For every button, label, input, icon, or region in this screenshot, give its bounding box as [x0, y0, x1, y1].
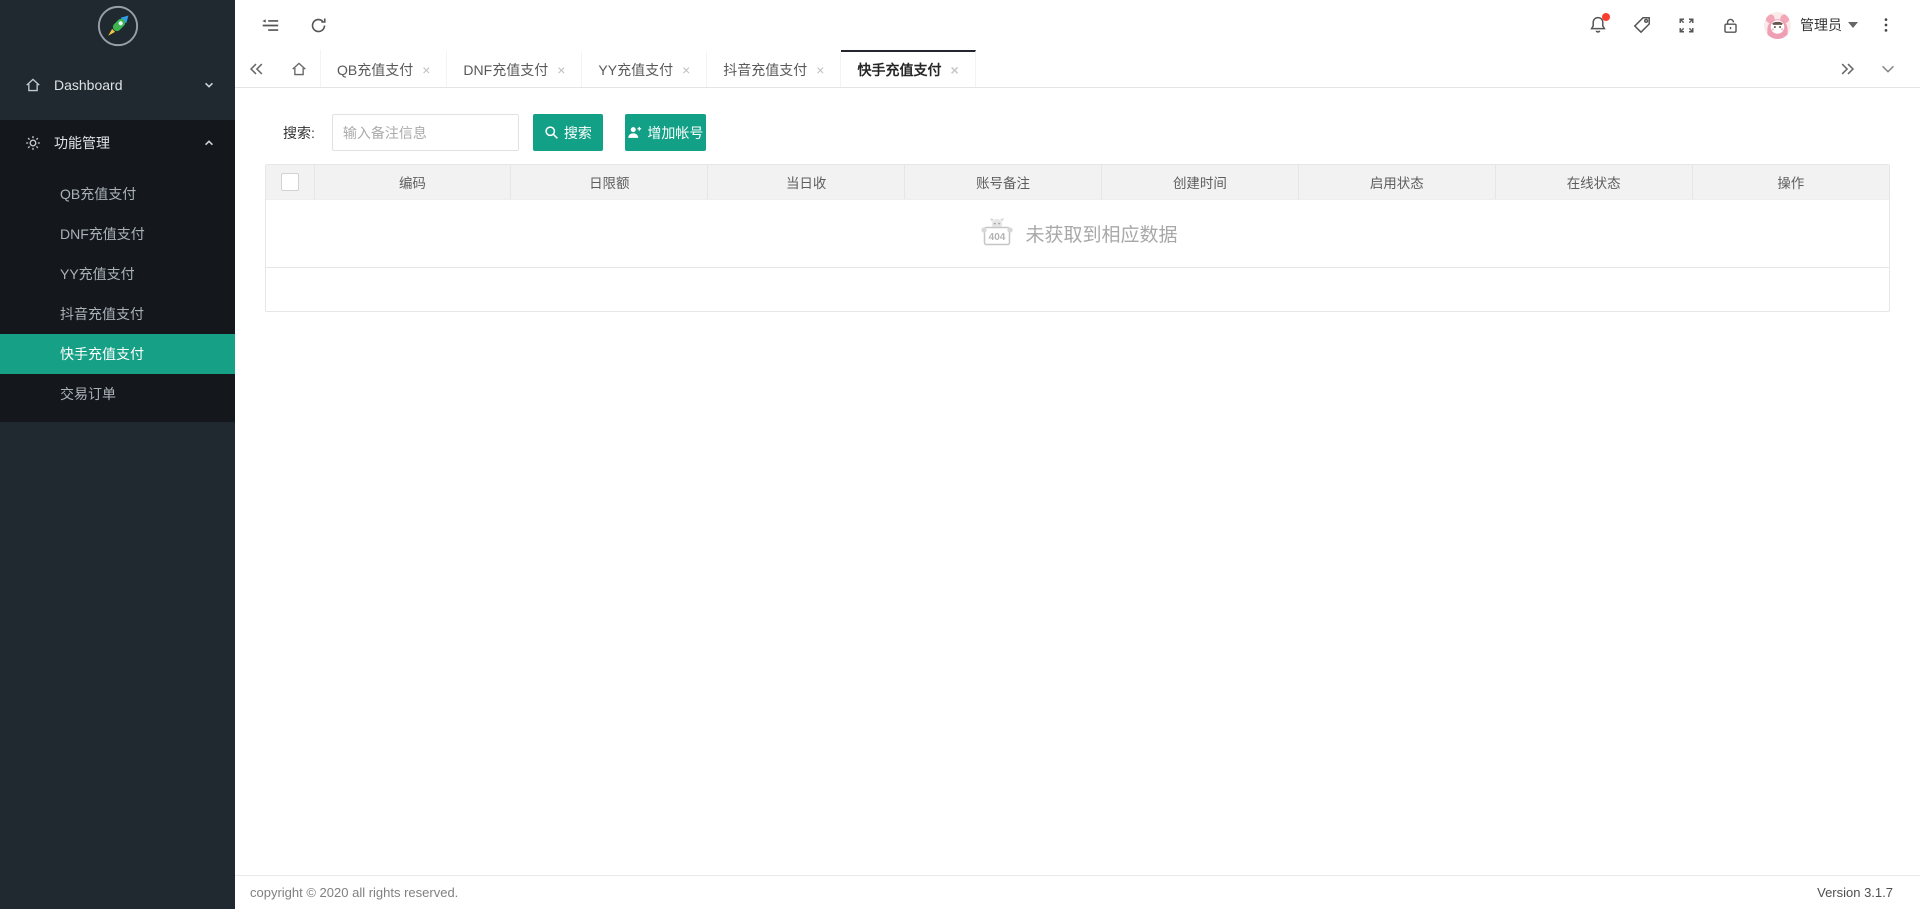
tabbar: QB充值支付 × DNF充值支付 × YY充值支付 × 抖音充值支付 × 快手充… [235, 50, 1920, 88]
chevron-up-icon [203, 137, 215, 149]
column-header-account-note: 账号备注 [904, 165, 1102, 199]
version-text: Version 3.1.7 [1817, 885, 1893, 900]
add-account-button-label: 增加帐号 [647, 124, 704, 141]
tab-yy-recharge[interactable]: YY充值支付 × [582, 50, 708, 87]
tab-qb-recharge[interactable]: QB充值支付 × [321, 50, 448, 87]
content: 搜索: 搜索 增加帐号 [235, 114, 1920, 312]
column-header-online-status: 在线状态 [1495, 165, 1693, 199]
search-label: 搜索: [283, 124, 315, 141]
search-button[interactable]: 搜索 [532, 114, 603, 151]
tab-label: YY充值支付 [598, 61, 674, 78]
column-header-daily-limit: 日限额 [510, 165, 709, 199]
select-all-checkbox[interactable] [280, 173, 299, 191]
sidebar-item-kuaishou-recharge[interactable]: 快手充值支付 [0, 334, 235, 374]
sidebar-item-dashboard[interactable]: Dashboard [0, 62, 235, 108]
sidebar-item-dnf-recharge[interactable]: DNF充值支付 [0, 214, 235, 254]
column-header-actions: 操作 [1692, 165, 1889, 199]
gear-icon [24, 134, 42, 152]
tab-kuaishou-recharge[interactable]: 快手充值支付 × [841, 50, 976, 87]
sidebar-item-trade-orders[interactable]: 交易订单 [0, 374, 235, 414]
select-all-cell [266, 165, 315, 199]
topbar-right: 管理员 [1572, 8, 1904, 42]
tab-label: QB充值支付 [337, 61, 414, 78]
tab-label: 快手充值支付 [857, 61, 942, 78]
notification-badge-dot [1602, 13, 1610, 21]
page-footer: copyright © 2020 all rights reserved. Ve… [235, 875, 1920, 909]
add-account-button[interactable]: 增加帐号 [624, 114, 706, 151]
copyright-text: copyright © 2020 all rights reserved. [250, 885, 459, 900]
rocket-logo-icon [96, 4, 140, 48]
tabs: QB充值支付 × DNF充值支付 × YY充值支付 × 抖音充值支付 × 快手充… [321, 50, 1828, 87]
home-icon [24, 76, 42, 94]
lock-icon[interactable] [1712, 8, 1748, 42]
table-header-row: 编码 日限额 当日收 账号备注 创建时间 启用状态 在线状态 操作 [266, 165, 1889, 199]
tab-douyin-recharge[interactable]: 抖音充值支付 × [707, 50, 842, 87]
fullscreen-icon[interactable] [1668, 8, 1704, 42]
logo-bar[interactable] [0, 0, 235, 52]
table-empty-state: 404 未获取到相应数据 [266, 199, 1889, 267]
sidebar-item-qb-recharge[interactable]: QB充值支付 [0, 174, 235, 214]
sidebar-group-function-mgmt: 功能管理 QB充值支付 DNF充值支付 YY充值支付 抖音充值支付 快手充值支付… [0, 120, 235, 422]
sidebar: Dashboard 功能管理 QB充值支付 DNF充值支付 YY充值支付 抖音充… [0, 0, 235, 909]
sidebar-item-label: 功能管理 [54, 135, 110, 151]
chevron-down-icon [203, 79, 215, 91]
tag-icon[interactable] [1624, 8, 1660, 42]
tabs-scroll-left-icon[interactable] [235, 50, 277, 87]
search-button-label: 搜索 [563, 124, 592, 141]
close-icon[interactable]: × [682, 63, 690, 77]
menu-fold-icon[interactable] [253, 8, 287, 42]
user-name: 管理员 [1800, 17, 1842, 33]
refresh-icon[interactable] [301, 8, 335, 42]
column-header-created-time: 创建时间 [1101, 165, 1299, 199]
tab-dnf-recharge[interactable]: DNF充值支付 × [447, 50, 583, 87]
notifications-bell-icon[interactable] [1580, 8, 1616, 42]
tabs-menu-chevron-icon[interactable] [1868, 60, 1908, 78]
more-vert-icon[interactable] [1868, 8, 1904, 42]
search-row: 搜索: 搜索 增加帐号 [283, 114, 1890, 151]
user-menu[interactable]: 管理员 [1764, 11, 1858, 39]
accounts-table: 编码 日限额 当日收 账号备注 创建时间 启用状态 在线状态 操作 404 未获… [265, 164, 1890, 312]
column-header-enabled-status: 启用状态 [1298, 165, 1496, 199]
search-input[interactable] [331, 114, 519, 151]
empty-404-label: 404 [989, 232, 1006, 243]
tab-home-icon[interactable] [277, 50, 321, 87]
table-footer-strip [266, 267, 1889, 311]
close-icon[interactable]: × [950, 63, 958, 77]
close-icon[interactable]: × [422, 63, 430, 77]
sidebar-submenu: QB充值支付 DNF充值支付 YY充值支付 抖音充值支付 快手充值支付 交易订单 [0, 166, 235, 414]
column-header-today-received: 当日收 [707, 165, 906, 199]
sidebar-nav: Dashboard 功能管理 QB充值支付 DNF充值支付 YY充值支付 抖音充… [0, 62, 235, 422]
avatar [1764, 11, 1791, 39]
sidebar-item-douyin-recharge[interactable]: 抖音充值支付 [0, 294, 235, 334]
sidebar-item-yy-recharge[interactable]: YY充值支付 [0, 254, 235, 294]
sidebar-item-function-mgmt[interactable]: 功能管理 [0, 120, 235, 166]
close-icon[interactable]: × [557, 63, 565, 77]
column-header-code: 编码 [314, 165, 512, 199]
main-area: 管理员 QB充值支付 × DNF充值支付 × YY充值支付 × 抖音充值支付 ×… [235, 0, 1920, 909]
caret-down-icon [1848, 22, 1858, 28]
close-icon[interactable]: × [816, 63, 824, 77]
tabs-scroll-right-icon[interactable] [1828, 60, 1868, 78]
empty-state-text: 未获取到相应数据 [1025, 225, 1178, 246]
topbar: 管理员 [235, 0, 1920, 50]
tabbar-right [1828, 50, 1920, 87]
sidebar-item-label: Dashboard [54, 77, 123, 93]
tab-label: 抖音充值支付 [723, 61, 808, 78]
tab-label: DNF充值支付 [463, 61, 549, 78]
empty-404-icon: 404 [977, 217, 1017, 251]
